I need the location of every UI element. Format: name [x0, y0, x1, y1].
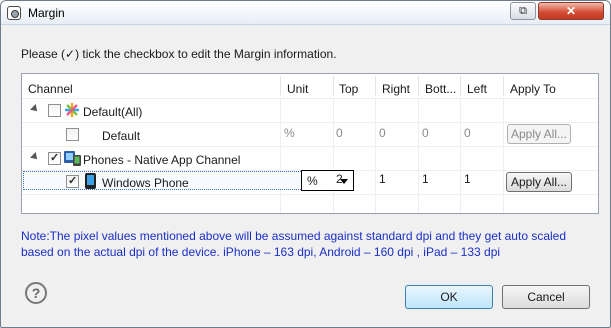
restore-button[interactable]: ⧉: [510, 2, 536, 20]
row-label: Windows Phone: [102, 176, 189, 190]
phones-icon: [64, 151, 81, 166]
row-label: Phones - Native App Channel: [83, 153, 241, 167]
header-channel[interactable]: Channel: [28, 82, 73, 96]
unit-value: %: [284, 126, 295, 140]
bottom-input[interactable]: 1: [422, 172, 429, 186]
bottom-value: 0: [422, 126, 429, 140]
window-title: Margin: [28, 6, 65, 20]
expand-default-all-toggle[interactable]: [30, 104, 40, 114]
row-label: Default(All): [83, 105, 143, 119]
margin-table: Channel Unit Top Right Bott... Left Appl…: [21, 73, 599, 214]
header-top[interactable]: Top: [339, 82, 358, 96]
windows-phone-checkbox[interactable]: [66, 174, 79, 188]
header-right[interactable]: Right: [382, 82, 410, 96]
left-input[interactable]: 1: [464, 172, 471, 186]
row-label: Default: [102, 129, 141, 143]
cancel-button[interactable]: Cancel: [502, 285, 590, 309]
left-value: 0: [464, 126, 471, 140]
unit-dropdown-value: %: [307, 174, 318, 188]
instruction-text: Please (✓) tick the checkbox to edit the…: [21, 47, 337, 61]
phones-checkbox[interactable]: [48, 151, 61, 165]
dpi-note: Note:The pixel values mentioned above wi…: [21, 229, 567, 259]
default-all-checkbox[interactable]: [48, 104, 61, 117]
ok-button[interactable]: OK: [405, 285, 493, 309]
unit-dropdown[interactable]: %: [301, 170, 354, 191]
right-input[interactable]: 1: [379, 172, 386, 186]
right-value: 0: [379, 126, 386, 140]
default-star-icon: [65, 103, 79, 117]
close-button[interactable]: ✕: [538, 2, 604, 20]
apply-all-button-default: Apply All...: [507, 124, 571, 144]
header-apply-to[interactable]: Apply To: [510, 82, 556, 96]
header-unit[interactable]: Unit: [287, 82, 308, 96]
header-bottom[interactable]: Bott...: [425, 82, 456, 96]
title-bar: Margin ⧉ ✕: [1, 1, 610, 25]
windows-phone-icon: [85, 173, 96, 189]
margin-dialog: Margin ⧉ ✕ Please (✓) tick the checkbox …: [0, 0, 611, 328]
apply-all-button-windows-phone[interactable]: Apply All...: [506, 172, 572, 192]
default-checkbox[interactable]: [66, 128, 79, 141]
expand-phones-toggle[interactable]: [30, 152, 40, 162]
header-left[interactable]: Left: [467, 82, 487, 96]
help-icon[interactable]: ?: [25, 282, 47, 304]
top-input[interactable]: 2: [336, 172, 343, 186]
app-icon: [7, 6, 21, 20]
top-value: 0: [336, 126, 343, 140]
